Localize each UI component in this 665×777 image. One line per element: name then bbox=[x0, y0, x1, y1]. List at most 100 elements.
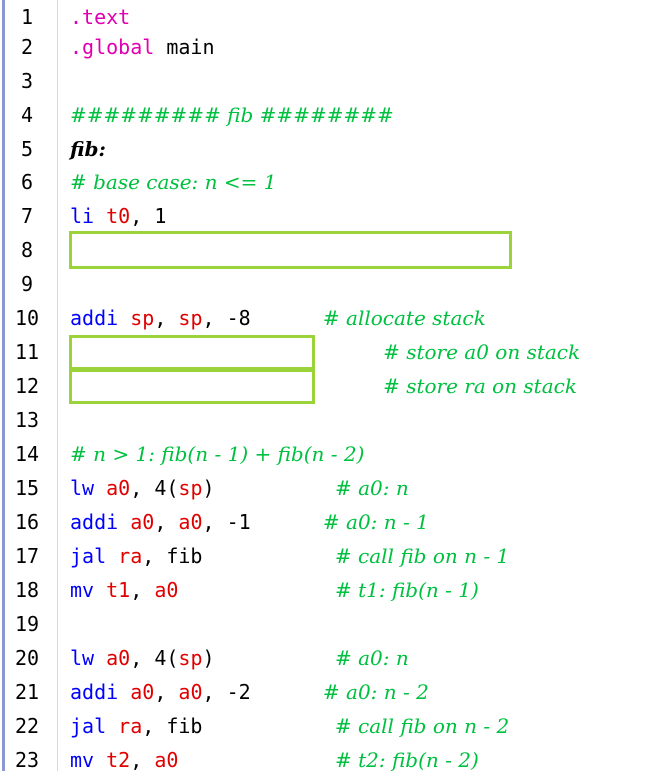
code-line[interactable]: 14 # n > 1: fib(n - 1) + fib(n - 2) bbox=[0, 437, 665, 471]
code-token: sp bbox=[178, 306, 203, 330]
code-token: , -2 bbox=[202, 680, 323, 704]
line-number: 1 bbox=[20, 5, 34, 29]
code-text: fib: bbox=[70, 132, 106, 166]
code-line[interactable]: 16 addi a0, a0, -1 # a0: n - 1 bbox=[0, 505, 665, 539]
line-number: 18 bbox=[14, 578, 40, 602]
code-token: , -8 bbox=[202, 306, 323, 330]
code-line[interactable]: 6 # base case: n <= 1 bbox=[0, 165, 665, 199]
code-text: lw a0, 4(sp) # a0: n bbox=[70, 471, 409, 505]
code-line[interactable]: 3 bbox=[0, 64, 665, 98]
code-token: li bbox=[70, 204, 95, 228]
code-token: , bbox=[130, 578, 155, 602]
code-line[interactable]: 10 addi sp, sp, -8 # allocate stack bbox=[0, 301, 665, 335]
code-token: ) bbox=[202, 476, 335, 500]
code-text: # store a0 on stack bbox=[70, 335, 580, 369]
code-text: # store ra on stack bbox=[70, 369, 577, 403]
code-text: .text bbox=[70, 0, 130, 34]
code-token: # a0: n - 2 bbox=[322, 680, 429, 704]
code-line[interactable]: 22 jal ra, fib # call fib on n - 2 bbox=[0, 709, 665, 743]
line-number: 11 bbox=[14, 340, 40, 364]
code-token: a0 bbox=[106, 646, 131, 670]
code-line[interactable]: 23 mv t2, a0 # t2: fib(n - 2) bbox=[0, 743, 665, 777]
code-token: ) bbox=[202, 646, 335, 670]
line-number: 21 bbox=[14, 680, 40, 704]
code-token: a0 bbox=[178, 680, 203, 704]
line-number: 6 bbox=[20, 170, 34, 194]
code-token: sp bbox=[130, 306, 155, 330]
code-line[interactable]: 21 addi a0, a0, -2 # a0: n - 2 bbox=[0, 675, 665, 709]
code-token: .text bbox=[70, 5, 131, 29]
code-line[interactable]: 18 mv t1, a0 # t1: fib(n - 1) bbox=[0, 573, 665, 607]
code-token: jal bbox=[70, 714, 107, 738]
line-number: 7 bbox=[20, 204, 34, 228]
code-line[interactable]: 9 bbox=[0, 267, 665, 301]
code-token: mv bbox=[70, 748, 95, 772]
code-text: addi sp, sp, -8 # allocate stack bbox=[70, 301, 486, 335]
code-token: # base case: n <= 1 bbox=[70, 170, 277, 194]
line-number: 16 bbox=[14, 510, 40, 534]
code-line[interactable]: 11 # store a0 on stack bbox=[0, 334, 665, 370]
line-number: 4 bbox=[20, 103, 34, 127]
code-text: lw a0, 4(sp) # a0: n bbox=[70, 641, 409, 675]
code-text: jal ra, fib # call fib on n - 1 bbox=[70, 539, 509, 573]
code-token: sp bbox=[178, 476, 203, 500]
code-token: ######### fib ######## bbox=[70, 103, 394, 127]
code-token: mv bbox=[70, 578, 95, 602]
code-line[interactable]: 15 lw a0, 4(sp) # a0: n bbox=[0, 471, 665, 505]
code-token: # t2: fib(n - 2) bbox=[334, 748, 479, 772]
line-number: 2 bbox=[20, 35, 34, 59]
code-line[interactable]: 17 jal ra, fib # call fib on n - 1 bbox=[0, 539, 665, 573]
code-text: mv t1, a0 # t1: fib(n - 1) bbox=[70, 573, 479, 607]
code-line[interactable]: 4 ######### fib ######## bbox=[0, 98, 665, 132]
code-text: ######### fib ######## bbox=[70, 98, 394, 132]
code-line[interactable]: 19 bbox=[0, 607, 665, 641]
code-token: a0 bbox=[130, 680, 155, 704]
code-line[interactable]: 20 lw a0, 4(sp) # a0: n bbox=[0, 641, 665, 675]
code-token: sp bbox=[178, 646, 203, 670]
code-token: jal bbox=[70, 544, 107, 568]
code-token: , 1 bbox=[130, 204, 167, 228]
line-number: 10 bbox=[14, 306, 40, 330]
code-text: mv t2, a0 # t2: fib(n - 2) bbox=[70, 743, 479, 777]
code-token: , fib bbox=[142, 714, 335, 738]
code-token: , bbox=[154, 306, 179, 330]
code-line[interactable]: 7 li t0, 1 bbox=[0, 199, 665, 233]
code-line[interactable]: 12 # store ra on stack bbox=[0, 368, 665, 404]
code-line[interactable]: 2 .global main bbox=[0, 30, 665, 64]
code-line[interactable]: 8 bbox=[0, 231, 665, 269]
code-line[interactable]: 1 .text bbox=[0, 0, 665, 34]
code-token: a0 bbox=[130, 510, 155, 534]
code-text: jal ra, fib # call fib on n - 2 bbox=[70, 709, 509, 743]
line-number: 9 bbox=[20, 272, 34, 296]
code-token: a0 bbox=[106, 476, 131, 500]
line-number: 15 bbox=[14, 476, 40, 500]
code-token: addi bbox=[70, 510, 119, 534]
code-token: , bbox=[130, 748, 155, 772]
code-token: , 4( bbox=[130, 476, 179, 500]
code-token: lw bbox=[70, 476, 95, 500]
code-token: # allocate stack bbox=[322, 306, 486, 330]
code-token: ra bbox=[118, 544, 143, 568]
answer-blank-box[interactable] bbox=[69, 231, 512, 269]
code-text: .global main bbox=[70, 30, 215, 64]
code-line[interactable]: 13 bbox=[0, 403, 665, 437]
code-token: , bbox=[154, 510, 179, 534]
code-token: main bbox=[154, 35, 215, 59]
code-token: ra bbox=[118, 714, 143, 738]
code-token: lw bbox=[70, 646, 95, 670]
code-token: , -1 bbox=[202, 510, 323, 534]
code-line[interactable]: 5 fib: bbox=[0, 132, 665, 166]
code-token: .global bbox=[70, 35, 155, 59]
code-token: addi bbox=[70, 306, 119, 330]
line-number: 17 bbox=[14, 544, 40, 568]
